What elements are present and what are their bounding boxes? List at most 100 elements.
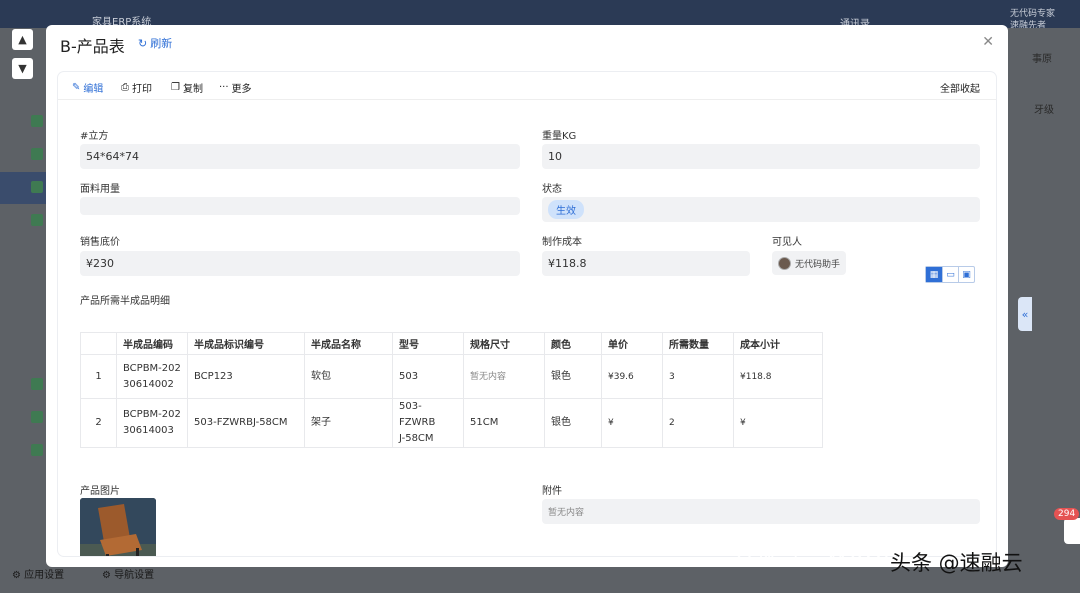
cost-label: 制作成本 — [542, 237, 582, 248]
column-header: 半成品编码 — [116, 332, 188, 355]
printer-icon: ⎙ — [121, 82, 129, 93]
cell-qty: 2 — [662, 398, 734, 448]
edit-label: 编辑 — [83, 84, 104, 95]
subtable-label: 产品所需半成品明细 — [80, 296, 170, 307]
close-icon: ✕ — [982, 34, 994, 50]
more-icon: ··· — [219, 82, 229, 93]
min-price-value: ¥230 — [86, 257, 114, 270]
column-header: 颜色 — [544, 332, 602, 355]
table-row[interactable]: 1 BCPBM-202 30614002 BCP123 软包 503 暂无内容 银… — [80, 354, 823, 399]
card-view-icon[interactable]: ▣ — [958, 267, 974, 282]
pencil-icon: ✎ — [72, 82, 81, 93]
attachment-label: 附件 — [542, 486, 562, 497]
view-toggle[interactable]: ▦ ▭ ▣ — [925, 266, 975, 283]
record-toolbar: ✎ 编辑 ⎙ 打印 ❐ 复制 ··· 更多 全部收起 — [58, 72, 996, 100]
cost-value: ¥118.8 — [548, 257, 587, 270]
list-view-icon[interactable]: ▭ — [942, 267, 958, 282]
refresh-icon: ↻ — [138, 36, 148, 50]
right-panel-text: 牙级 — [1034, 105, 1054, 116]
user-icon — [31, 214, 43, 226]
volume-value: 54*64*74 — [86, 150, 139, 163]
more-label: 更多 — [231, 84, 252, 95]
cell-ident: BCP123 — [187, 354, 305, 399]
next-record-button[interactable]: ▼ — [12, 58, 33, 79]
watermark-toutiao: 头条 @速融云 — [890, 551, 1023, 575]
notification-count-badge: 294 — [1054, 508, 1080, 520]
app-top-bar — [0, 0, 1080, 28]
status-field[interactable]: 生效 — [542, 197, 980, 222]
prev-record-button[interactable]: ▲ — [12, 29, 33, 50]
copy-button[interactable]: ❐ 复制 — [171, 80, 203, 95]
avatar — [778, 256, 791, 270]
cell-spec: 暂无内容 — [463, 354, 545, 399]
fabric-label: 面料用量 — [80, 184, 120, 195]
column-header — [80, 332, 117, 355]
weight-field[interactable]: 10 — [542, 144, 980, 169]
record-modal: B-产品表 ↻ 刷新 ✕ ✎ 编辑 ⎙ 打印 ❐ 复制 ··· 更多 全部收起 — [46, 25, 1008, 567]
table-header-row: 半成品编码 半成品标识编号 半成品名称 型号 规格尺寸 颜色 单价 所需数量 成… — [80, 332, 823, 355]
notification-button[interactable] — [1064, 518, 1080, 544]
record-panel: ✎ 编辑 ⎙ 打印 ❐ 复制 ··· 更多 全部收起 #立方 54*64*74 … — [58, 72, 996, 556]
attachment-value: 暂无内容 — [548, 508, 585, 518]
subtable: 半成品编码 半成品标识编号 半成品名称 型号 规格尺寸 颜色 单价 所需数量 成… — [80, 332, 823, 448]
close-button[interactable]: ✕ — [982, 34, 994, 50]
table-row[interactable]: 2 BCPBM-202 30614003 503-FZWRBJ-58CM 架子 5… — [80, 398, 823, 448]
print-button[interactable]: ⎙ 打印 — [121, 80, 152, 95]
cell-price: ¥ — [601, 398, 663, 448]
volume-label: #立方 — [80, 131, 109, 142]
cell-subtotal: ¥118.8 — [733, 354, 823, 399]
chevron-up-icon: ▲ — [18, 33, 27, 46]
collapse-all-button[interactable]: 全部收起 — [940, 80, 980, 95]
fabric-field[interactable] — [80, 197, 520, 215]
nav-settings-link[interactable]: ⚙ 导航设置 — [102, 566, 154, 581]
cell-code: BCPBM-202 30614003 — [116, 398, 188, 448]
refresh-label: 刷新 — [150, 37, 173, 50]
min-price-field[interactable]: ¥230 — [80, 251, 520, 276]
status-label: 状态 — [542, 184, 562, 195]
table-icon — [31, 444, 43, 456]
visible-user-chip[interactable]: 无代码助手 — [772, 251, 847, 275]
cell-name: 软包 — [304, 354, 393, 399]
status-badge: 生效 — [548, 200, 584, 219]
print-label: 打印 — [132, 84, 152, 95]
cell-qty: 3 — [662, 354, 734, 399]
cell-model: 503 — [392, 354, 464, 399]
right-panel-text: 事原 — [1032, 54, 1052, 65]
table-icon — [31, 181, 43, 193]
cell-spec: 51CM — [463, 398, 545, 448]
attachment-field[interactable]: 暂无内容 — [542, 499, 980, 524]
column-header: 所需数量 — [662, 332, 734, 355]
table-view-icon[interactable]: ▦ — [926, 267, 942, 282]
volume-field[interactable]: 54*64*74 — [80, 144, 520, 169]
cell-color: 银色 — [544, 354, 602, 399]
page-title: B-产品表 — [60, 37, 125, 56]
column-header: 型号 — [392, 332, 464, 355]
visible-user-name: 无代码助手 — [795, 259, 841, 270]
table-icon — [31, 411, 43, 423]
product-image[interactable] — [80, 498, 156, 556]
row-index: 2 — [80, 398, 117, 448]
more-button[interactable]: ··· 更多 — [219, 80, 252, 95]
copy-label: 复制 — [182, 84, 203, 95]
copy-icon: ❐ — [171, 82, 180, 93]
column-header: 半成品标识编号 — [187, 332, 305, 355]
column-header: 单价 — [601, 332, 663, 355]
product-image-label: 产品图片 — [80, 486, 120, 497]
min-price-label: 销售底价 — [80, 237, 120, 248]
cell-price: ¥39.6 — [601, 354, 663, 399]
chevron-down-icon: ▼ — [18, 62, 27, 75]
chair-photo-icon — [80, 498, 156, 556]
row-index: 1 — [80, 354, 117, 399]
column-header: 半成品名称 — [304, 332, 393, 355]
column-header: 规格尺寸 — [463, 332, 545, 355]
weight-label: 重量KG — [542, 131, 577, 142]
app-sidebar — [0, 28, 46, 593]
cell-subtotal: ¥ — [733, 398, 823, 448]
app-settings-link[interactable]: ⚙ 应用设置 — [12, 566, 64, 581]
cost-field[interactable]: ¥118.8 — [542, 251, 750, 276]
table-icon — [31, 115, 43, 127]
column-header: 成本小计 — [733, 332, 823, 355]
side-panel-toggle[interactable]: « — [1018, 297, 1032, 331]
refresh-button[interactable]: ↻ 刷新 — [138, 35, 172, 51]
edit-button[interactable]: ✎ 编辑 — [72, 80, 103, 95]
